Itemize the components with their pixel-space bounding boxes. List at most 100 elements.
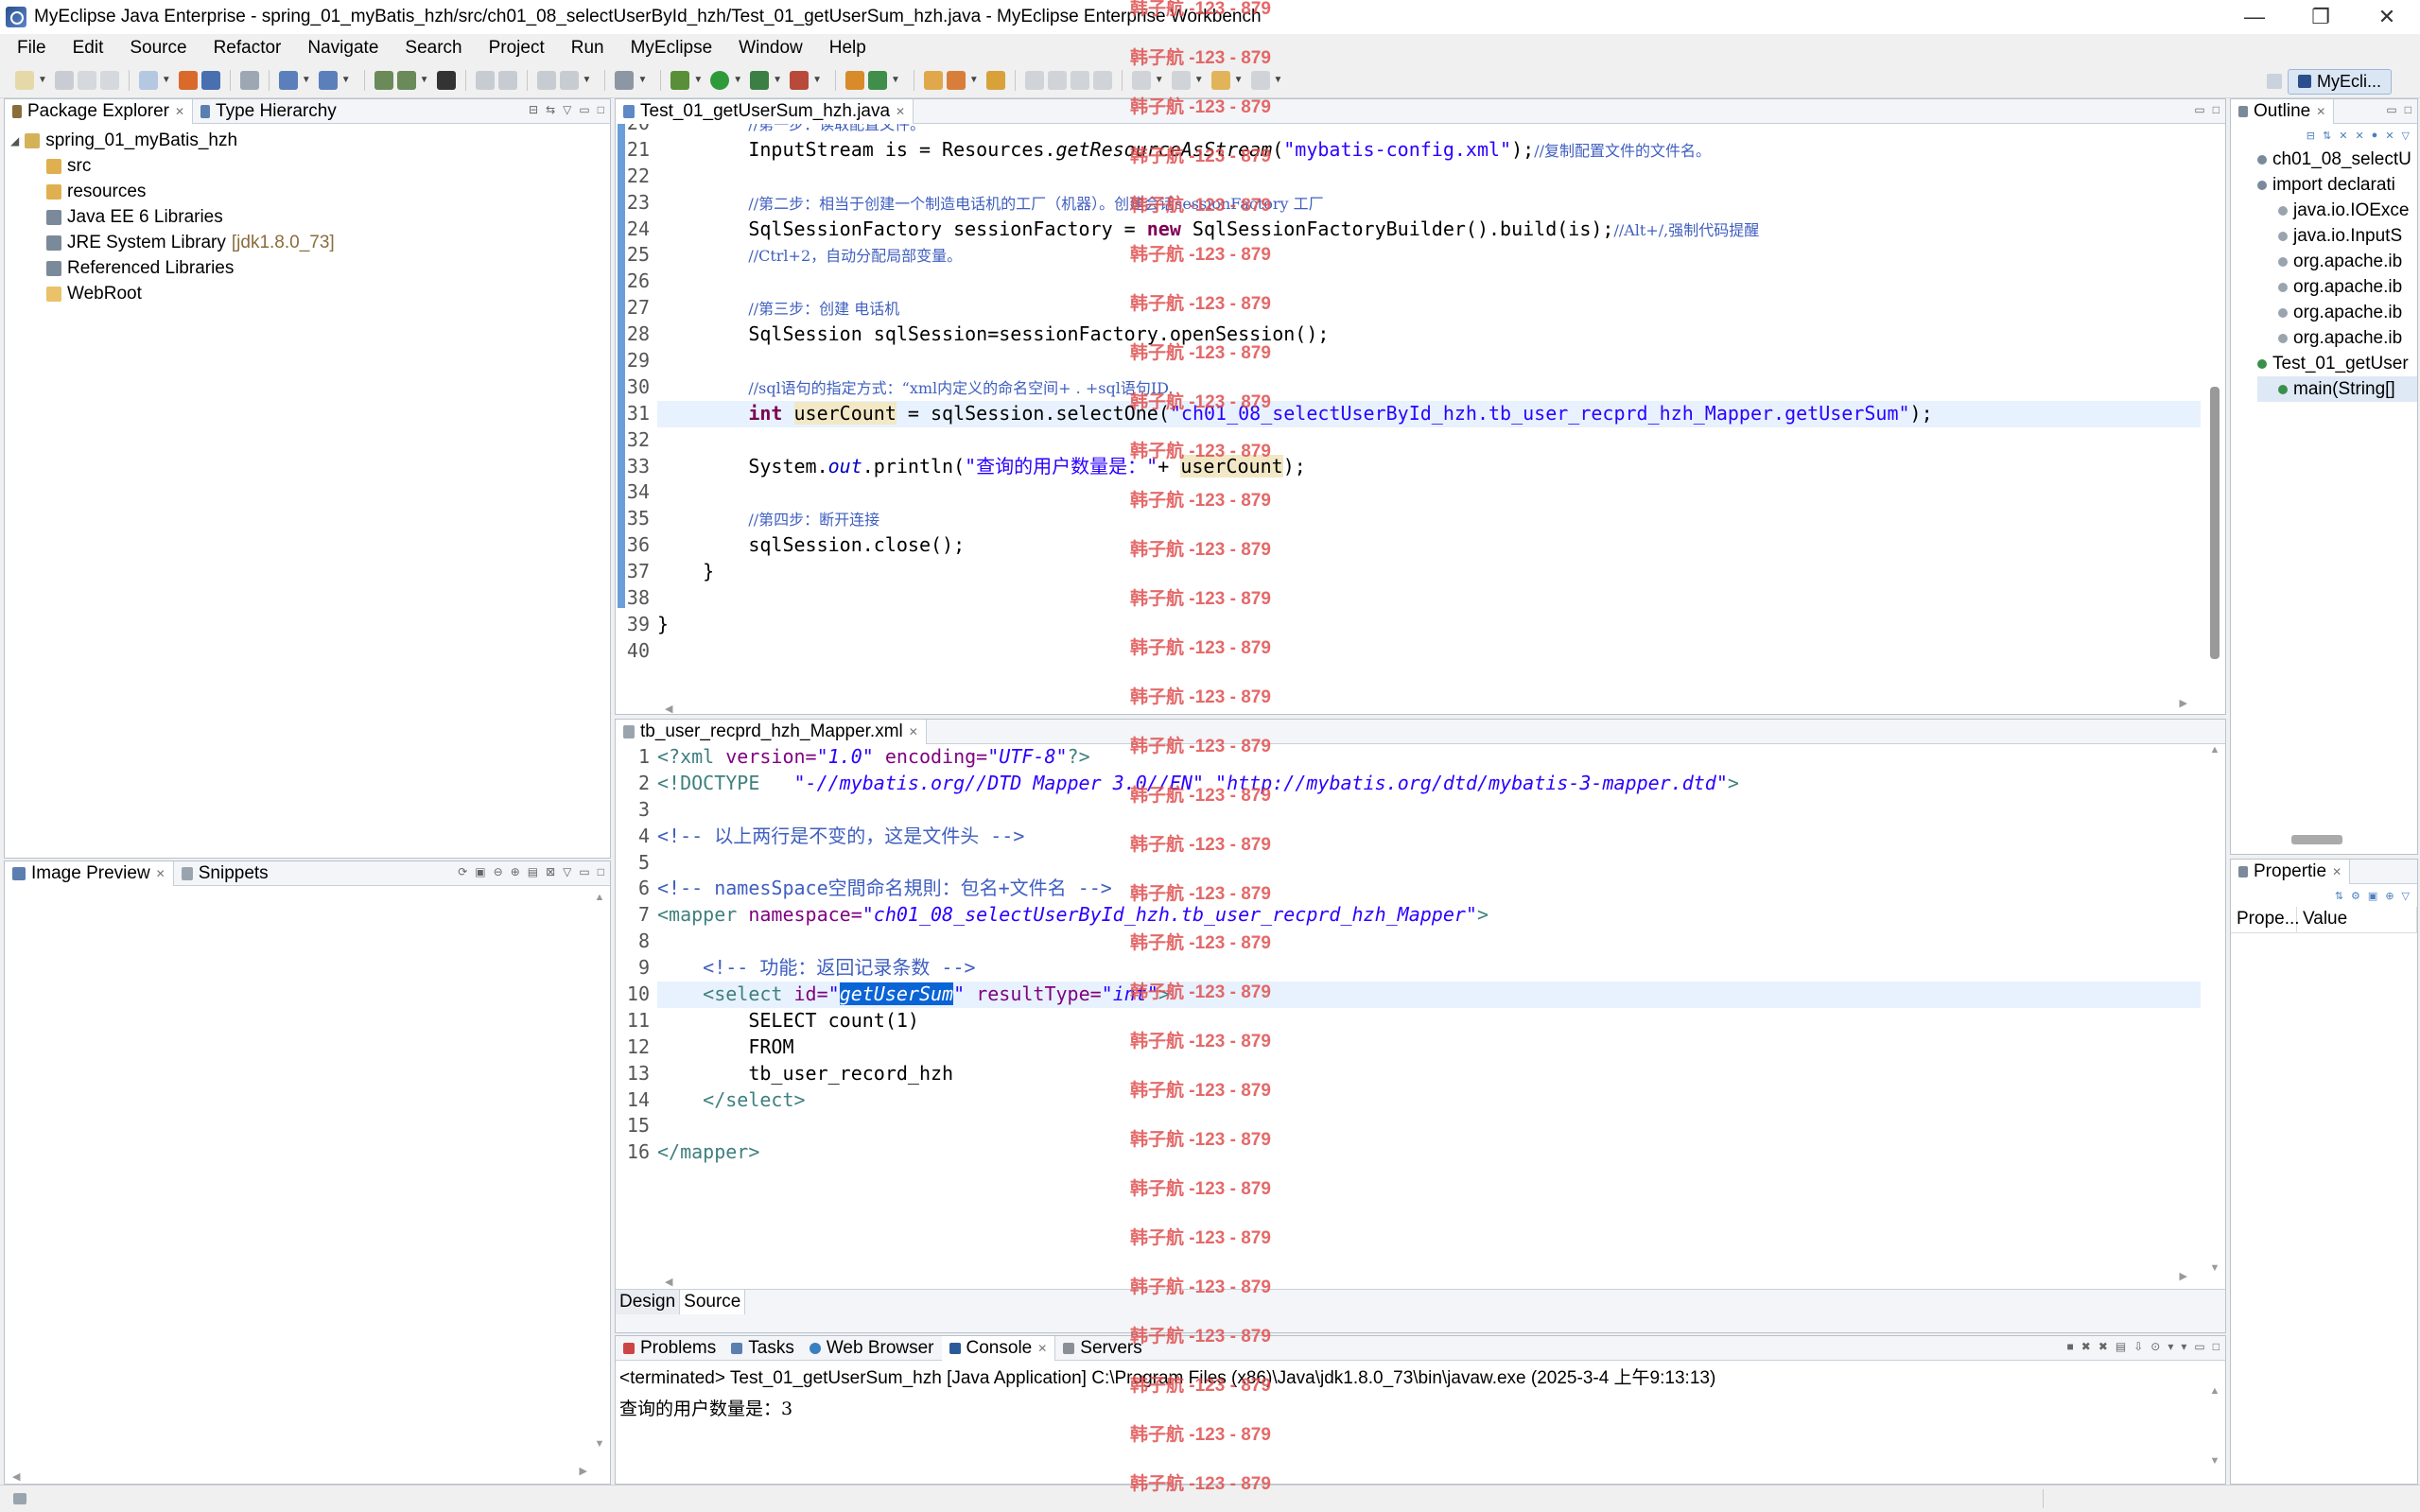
maximize-view-icon[interactable]: □ bbox=[2213, 1340, 2220, 1353]
chevron-down-icon[interactable]: ▼ bbox=[302, 75, 311, 85]
advanced-icon[interactable]: ⚙ bbox=[2351, 890, 2360, 902]
chevron-down-icon[interactable]: ▼ bbox=[1274, 75, 1283, 85]
maximize-view-icon[interactable]: □ bbox=[2213, 103, 2220, 116]
code-line[interactable]: 25 //Ctrl+2，自动分配局部变量。 bbox=[627, 242, 2201, 269]
hide-local-types-icon[interactable]: ✕ bbox=[2385, 130, 2394, 142]
print-icon[interactable] bbox=[99, 70, 119, 90]
mark-icon[interactable] bbox=[1047, 70, 1067, 90]
clear-console-icon[interactable]: ▤ bbox=[2115, 1340, 2126, 1353]
minimize-button[interactable]: — bbox=[2221, 0, 2288, 34]
scroll-thumb[interactable] bbox=[2291, 835, 2342, 844]
tab-package-explorer[interactable]: Package Explorer ✕ bbox=[5, 98, 194, 124]
jsp-icon[interactable] bbox=[374, 70, 393, 90]
chevron-down-icon[interactable]: ▼ bbox=[38, 75, 47, 85]
tree-item-src[interactable]: src bbox=[18, 153, 610, 179]
hide-nonpublic-icon[interactable]: ● bbox=[2372, 130, 2378, 141]
code-line[interactable]: 30 //sql语句的指定方式：“xml内定义的命名空间+ . +sql语句ID… bbox=[627, 374, 2201, 401]
close-window-button[interactable]: ✕ bbox=[2354, 0, 2420, 34]
menu-edit[interactable]: Edit bbox=[60, 38, 117, 59]
annotation-icon[interactable] bbox=[1024, 70, 1044, 90]
open-console-icon[interactable] bbox=[536, 70, 556, 90]
chevron-down-icon[interactable]: ▼ bbox=[773, 75, 782, 85]
tab-image-preview[interactable]: Image Preview ✕ bbox=[5, 860, 174, 886]
search-tool-icon[interactable] bbox=[985, 70, 1005, 90]
xml-line[interactable]: 8 bbox=[638, 929, 2201, 955]
code-line[interactable]: 28 SqlSession sqlSession=sessionFactory.… bbox=[627, 322, 2201, 348]
view-menu-icon[interactable]: ▽ bbox=[563, 865, 571, 878]
chevron-down-icon[interactable]: ▼ bbox=[969, 75, 979, 85]
close-icon[interactable]: ✕ bbox=[2332, 865, 2342, 878]
menu-run[interactable]: Run bbox=[558, 38, 618, 59]
xml-code-body[interactable]: 1 <?xml version="1.0" encoding="UTF-8"?> 2… bbox=[616, 744, 2225, 1287]
code-line[interactable]: 39} bbox=[627, 612, 2201, 638]
menu-search[interactable]: Search bbox=[392, 38, 475, 59]
collapse-all-icon[interactable]: ⊟ bbox=[529, 103, 538, 116]
close-icon[interactable]: ✕ bbox=[1037, 1342, 1047, 1355]
new-icon[interactable] bbox=[15, 70, 34, 90]
minimize-view-icon[interactable]: ▭ bbox=[2194, 103, 2204, 116]
chevron-down-icon[interactable]: ▼ bbox=[891, 75, 900, 85]
maximize-view-icon[interactable]: □ bbox=[598, 865, 604, 878]
tree-project-node[interactable]: ◢ spring_01_myBatis_hzh bbox=[10, 128, 610, 153]
horizontal-scrollbar[interactable]: ◀ ▶ bbox=[12, 1465, 587, 1483]
new-class-icon[interactable] bbox=[844, 70, 864, 90]
pin-icon[interactable] bbox=[1092, 70, 1112, 90]
close-icon[interactable]: ✕ bbox=[896, 105, 905, 118]
tab-xml-file[interactable]: tb_user_recprd_hzh_Mapper.xml ✕ bbox=[616, 719, 927, 744]
code-line[interactable]: 23 //第二步：相当于创建一个制造电话机的工厂（机器）。创建会话session… bbox=[627, 190, 2201, 217]
pin-console-icon[interactable]: ⊙ bbox=[2150, 1340, 2160, 1353]
next-annotation-icon[interactable] bbox=[1131, 70, 1151, 90]
chevron-down-icon[interactable]: ▼ bbox=[733, 75, 742, 85]
code-line[interactable]: 20 //第一步：读取配置文件。 bbox=[627, 124, 2201, 137]
remove-all-icon[interactable]: ✖ bbox=[2098, 1340, 2108, 1353]
actual-size-icon[interactable]: ▤ bbox=[528, 865, 538, 878]
html-icon[interactable] bbox=[396, 70, 416, 90]
code-line[interactable]: 40 bbox=[627, 638, 2201, 665]
tab-outline[interactable]: Outline ✕ bbox=[2231, 98, 2335, 124]
run-external-icon[interactable] bbox=[750, 70, 770, 90]
tab-console[interactable]: Console ✕ bbox=[941, 1335, 1056, 1361]
outline-item[interactable]: main(String[] bbox=[2257, 376, 2417, 402]
open-window-icon[interactable] bbox=[615, 70, 635, 90]
run-icon[interactable] bbox=[710, 70, 730, 90]
save-icon[interactable] bbox=[54, 70, 74, 90]
xml-line[interactable]: 6 <!-- namesSpace空間命名規則：包名+文件名 --> bbox=[638, 876, 2201, 902]
terminate-icon[interactable]: ■ bbox=[2067, 1340, 2074, 1353]
grid-icon[interactable]: ⊠ bbox=[546, 865, 555, 878]
xml-line[interactable]: 4 <!-- 以上两行是不变的，这是文件头 --> bbox=[638, 824, 2201, 850]
new-package-icon[interactable] bbox=[867, 70, 887, 90]
open-type-icon[interactable] bbox=[239, 70, 259, 90]
skip-icon[interactable] bbox=[475, 70, 495, 90]
close-icon[interactable]: ✕ bbox=[909, 725, 918, 739]
menu-help[interactable]: Help bbox=[816, 38, 879, 59]
expand-arrow-icon[interactable]: ◢ bbox=[10, 134, 19, 148]
external-tools-icon[interactable] bbox=[790, 70, 810, 90]
menu-window[interactable]: Window bbox=[725, 38, 816, 59]
globe-icon[interactable] bbox=[436, 70, 456, 90]
forward-icon[interactable] bbox=[1250, 70, 1270, 90]
tab-properties[interactable]: Propertie ✕ bbox=[2231, 859, 2351, 884]
deploy-icon[interactable] bbox=[178, 70, 198, 90]
maximize-button[interactable]: ❐ bbox=[2288, 0, 2354, 34]
pin-icon[interactable]: ⊕ bbox=[2385, 890, 2394, 902]
outline-item[interactable]: org.apache.ib bbox=[2257, 274, 2417, 300]
open-console-icon[interactable]: ▾ bbox=[2181, 1340, 2186, 1353]
outline-item[interactable]: java.io.IOExce bbox=[2257, 198, 2417, 223]
perspective-myeclipse-button[interactable]: MyEcli... bbox=[2287, 68, 2392, 95]
java-code-area[interactable]: 20 //第一步：读取配置文件。21 InputStream is = Reso… bbox=[627, 124, 2201, 714]
tab-snippets[interactable]: Snippets bbox=[174, 861, 276, 886]
terminal-icon[interactable] bbox=[559, 70, 579, 90]
code-line[interactable]: 38 bbox=[627, 585, 2201, 612]
xml-line[interactable]: 7 <mapper namespace="ch01_08_selectUserBy… bbox=[638, 902, 2201, 929]
vertical-scrollbar[interactable]: ▲ ▼ bbox=[593, 892, 606, 1450]
xml-line[interactable]: 1 <?xml version="1.0" encoding="UTF-8"?> bbox=[638, 744, 2201, 771]
back-icon[interactable] bbox=[1210, 70, 1230, 90]
chevron-down-icon[interactable]: ▼ bbox=[1155, 75, 1164, 85]
categories-icon[interactable]: ⇅ bbox=[2335, 890, 2343, 902]
code-line[interactable]: 24 SqlSessionFactory sessionFactory = ne… bbox=[627, 217, 2201, 243]
code-line[interactable]: 26 bbox=[627, 269, 2201, 295]
code-line[interactable]: 29 bbox=[627, 348, 2201, 374]
code-line[interactable]: 22 bbox=[627, 164, 2201, 190]
server-icon[interactable] bbox=[200, 70, 220, 90]
tree-item-resources[interactable]: resources bbox=[18, 179, 610, 204]
